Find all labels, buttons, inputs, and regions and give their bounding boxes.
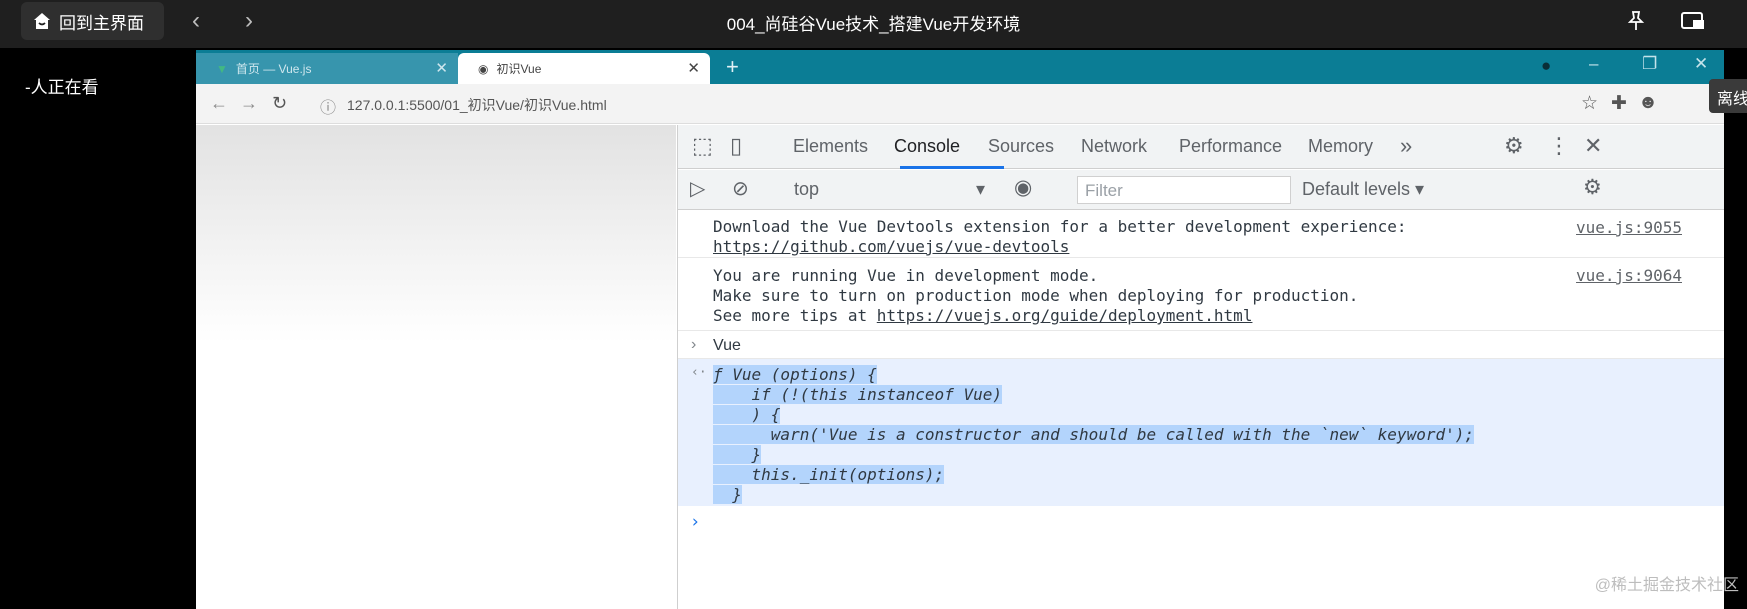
- settings-gear-icon[interactable]: ⚙: [1504, 133, 1524, 159]
- message-text: You are running Vue in development mode.: [713, 266, 1099, 285]
- close-tab-icon[interactable]: ✕: [435, 59, 448, 77]
- browser-tabstrip: ▼ 首页 — Vue.js ✕ ◉ 初识Vue ✕ + ● – ❐ ✕: [196, 50, 1724, 84]
- console-input-row: › Vue: [678, 332, 1724, 359]
- pin-icon[interactable]: [1621, 6, 1651, 36]
- more-tabs-icon[interactable]: »: [1400, 133, 1412, 159]
- browser-tab[interactable]: ▼ 首页 — Vue.js ✕: [196, 53, 458, 84]
- message-text: See more tips at https://vuejs.org/guide…: [713, 306, 1253, 325]
- console-settings-icon[interactable]: ⚙: [1583, 175, 1602, 200]
- console-output: Download the Vue Devtools extension for …: [678, 211, 1724, 609]
- devtools-link[interactable]: https://github.com/vuejs/vue-devtools: [713, 237, 1069, 256]
- browser-tab-active[interactable]: ◉ 初识Vue ✕: [458, 53, 710, 84]
- viewer-count: -人正在看: [25, 78, 99, 97]
- new-tab-icon[interactable]: +: [726, 54, 739, 80]
- message-source[interactable]: vue.js:9055: [1576, 218, 1682, 237]
- result-line: warn('Vue is a constructor and should be…: [713, 425, 1474, 444]
- page-content: [196, 125, 676, 609]
- active-tab-indicator: [900, 166, 1004, 169]
- context-value: top: [794, 179, 820, 199]
- video-title: 004_尚硅谷Vue技术_搭建Vue开发环境: [726, 15, 1021, 34]
- console-input-text: Vue: [713, 337, 741, 354]
- console-message: Download the Vue Devtools extension for …: [678, 211, 1724, 258]
- message-text: Make sure to turn on production mode whe…: [713, 286, 1359, 305]
- input-chevron-icon: ›: [691, 336, 697, 353]
- bookmark-star-icon[interactable]: ☆: [1581, 92, 1598, 115]
- device-toolbar-icon[interactable]: ▯: [730, 133, 742, 159]
- eye-icon[interactable]: ◉: [1014, 175, 1032, 200]
- result-line: ƒ Vue (options) {: [713, 365, 877, 384]
- reload-icon[interactable]: ↻: [272, 93, 287, 114]
- profile-icon[interactable]: ☻: [1638, 92, 1658, 114]
- clear-console-icon[interactable]: ⊘: [732, 176, 749, 201]
- context-select[interactable]: top ▾: [794, 179, 991, 200]
- close-window-icon[interactable]: ✕: [1694, 54, 1708, 74]
- result-line: this._init(options);: [713, 465, 945, 484]
- kebab-menu-icon[interactable]: ⋮: [1548, 133, 1570, 159]
- console-message: You are running Vue in development mode.…: [678, 259, 1724, 331]
- result-line: }: [713, 445, 762, 464]
- log-levels-dropdown[interactable]: Default levels ▾: [1302, 179, 1424, 200]
- devtools-panel: ⬚ ▯ Elements Console Sources Network Per…: [677, 125, 1724, 609]
- message-text: Download the Vue Devtools extension for …: [713, 217, 1407, 236]
- console-prompt-icon[interactable]: ›: [690, 512, 700, 532]
- tab-performance[interactable]: Performance: [1179, 136, 1282, 157]
- browser-tab-label: 初识Vue: [496, 62, 542, 76]
- player-topbar: 回到主界面 ‹ › 004_尚硅谷Vue技术_搭建Vue开发环境: [0, 0, 1747, 48]
- tab-elements[interactable]: Elements: [793, 136, 868, 157]
- result-line: ) {: [713, 405, 781, 424]
- filter-input[interactable]: Filter: [1077, 176, 1291, 204]
- side-tooltip: 离线: [1709, 79, 1747, 113]
- back-icon[interactable]: ←: [210, 93, 228, 114]
- watermark: @稀土掘金技术社区: [1594, 577, 1739, 594]
- forward-icon[interactable]: →: [240, 93, 258, 114]
- url-field[interactable]: 127.0.0.1:5500/01_初识Vue/初识Vue.html: [347, 95, 607, 115]
- tab-console[interactable]: Console: [894, 136, 960, 157]
- globe-icon: ◉: [478, 61, 489, 76]
- tab-sources[interactable]: Sources: [988, 136, 1054, 157]
- result-line: }: [713, 485, 742, 504]
- sidebar-toggle-icon[interactable]: ▷: [690, 176, 705, 201]
- browser-tab-label: 首页 — Vue.js: [235, 62, 312, 76]
- tab-memory[interactable]: Memory: [1308, 136, 1373, 157]
- deployment-link[interactable]: https://vuejs.org/guide/deployment.html: [877, 306, 1253, 325]
- inspect-element-icon[interactable]: ⬚: [692, 133, 713, 159]
- result-line: if (!(this instanceof Vue): [713, 385, 1002, 404]
- minimize-icon[interactable]: –: [1589, 54, 1598, 74]
- close-devtools-icon[interactable]: ✕: [1584, 133, 1602, 159]
- message-source[interactable]: vue.js:9064: [1576, 266, 1682, 285]
- chevron-down-icon: ▾: [975, 179, 985, 199]
- address-bar: ← → ↻ ⓘ 127.0.0.1:5500/01_初识Vue/初识Vue.ht…: [196, 84, 1724, 124]
- result-arrow-icon: ‹·: [691, 365, 707, 380]
- vue-logo-icon: ▼: [216, 61, 228, 76]
- restore-icon[interactable]: ❐: [1642, 54, 1657, 74]
- info-icon[interactable]: ⓘ: [320, 94, 336, 118]
- console-result: ‹· ƒ Vue (options) { if (!(this instance…: [678, 359, 1724, 506]
- console-toolbar: ▷ ⊘ top ▾ ◉ Filter Default levels ▾ ⚙: [678, 170, 1724, 210]
- extensions-icon[interactable]: ✚: [1611, 92, 1627, 115]
- picture-in-picture-icon[interactable]: [1678, 6, 1708, 36]
- tab-network[interactable]: Network: [1081, 136, 1147, 157]
- video-frame: ▼ 首页 — Vue.js ✕ ◉ 初识Vue ✕ + ● – ❐ ✕ ← → …: [196, 50, 1724, 609]
- devtools-tabbar: ⬚ ▯ Elements Console Sources Network Per…: [678, 125, 1724, 169]
- close-tab-icon[interactable]: ✕: [687, 59, 700, 77]
- account-icon[interactable]: ●: [1541, 56, 1551, 76]
